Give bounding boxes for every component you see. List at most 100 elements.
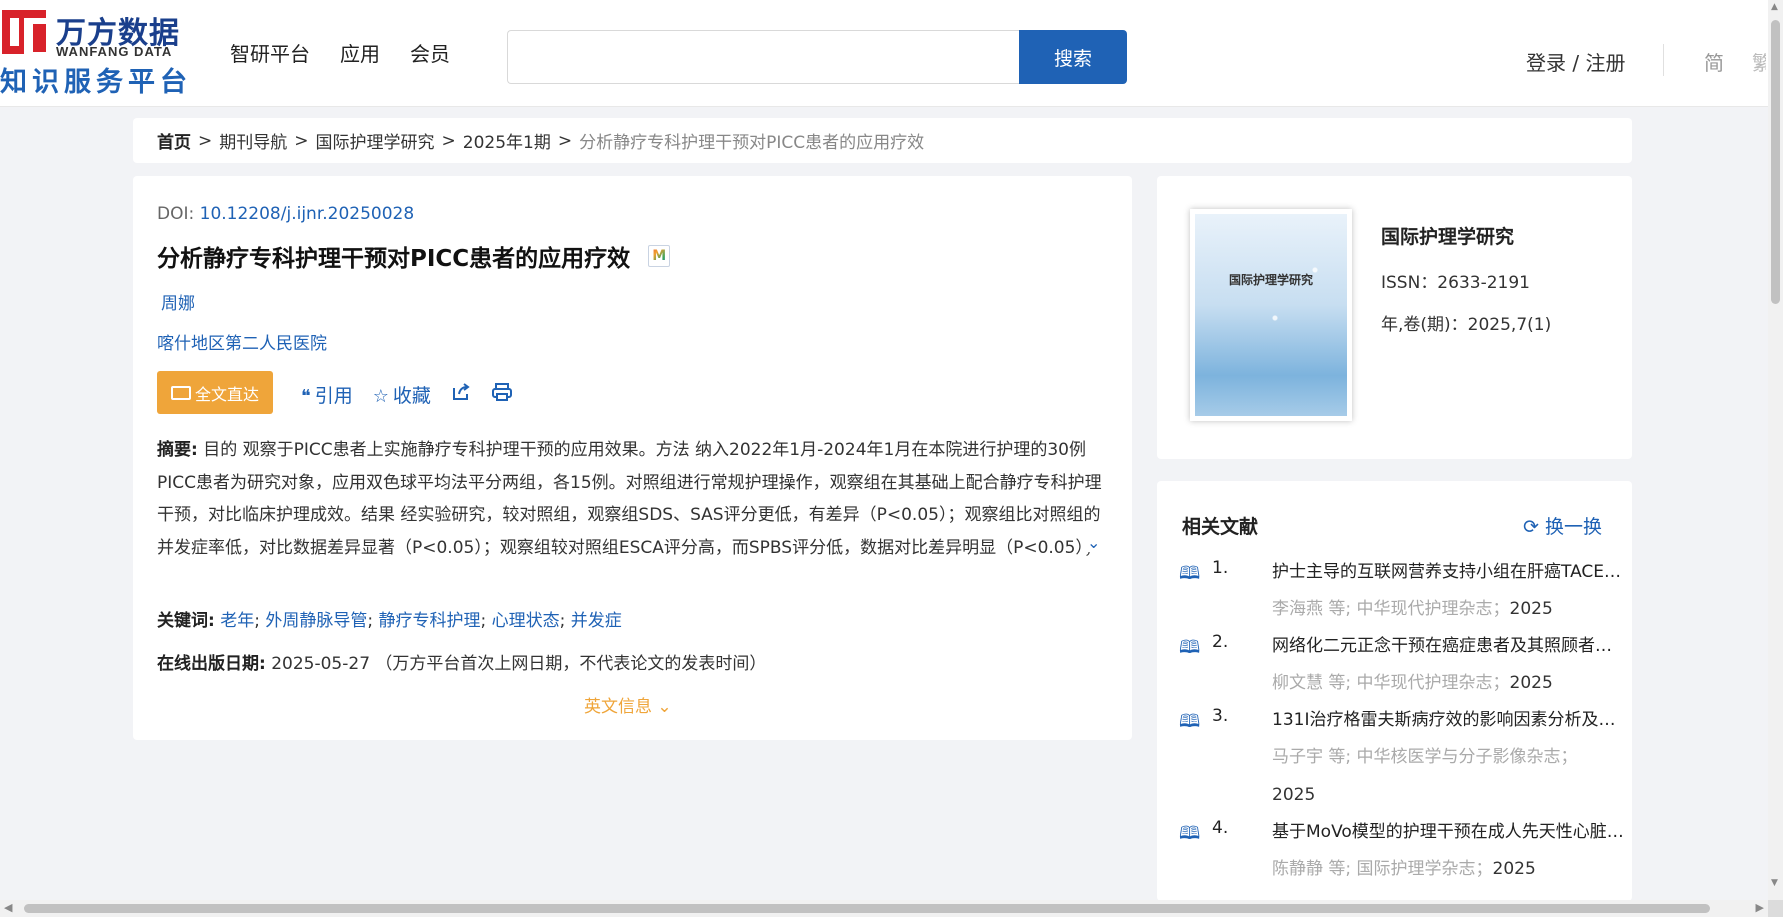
expand-abstract-chevron-icon[interactable]: ⌄ xyxy=(1085,533,1101,552)
related-item: 🕮 4. 基于MoVo模型的护理干预在成人先天性心脏病患者中的应用 陈静静 等;… xyxy=(1179,818,1627,888)
login-register-link[interactable]: 登录 / 注册 xyxy=(1526,47,1625,76)
author-link[interactable]: 周娜 xyxy=(161,289,195,314)
book-icon: 🕮 xyxy=(1179,563,1201,584)
nav-item-app[interactable]: 应用 xyxy=(340,38,380,67)
keyword-link[interactable]: 心理状态 xyxy=(492,611,560,631)
online-date-label: 在线出版日期: xyxy=(157,654,266,674)
vertical-scroll-thumb[interactable] xyxy=(1771,20,1780,304)
related-literature-card: 相关文献 ⟳ 换一换 🕮 1. 护士主导的互联网营养支持小组在肝癌TACE术后患… xyxy=(1157,481,1632,901)
related-item-title[interactable]: 护士主导的互联网营养支持小组在肝癌TACE术后患者中的应用 xyxy=(1272,558,1627,590)
affiliation-link[interactable]: 喀什地区第二人民医院 xyxy=(157,329,327,354)
related-item-year: 2025 xyxy=(1492,859,1536,879)
keyword-link[interactable]: 外周静脉导管 xyxy=(265,611,367,631)
download-icon xyxy=(170,385,191,400)
breadcrumb: 首页 > 期刊导航 > 国际护理学研究 > 2025年1期 > 分析静疗专科护理… xyxy=(133,118,1632,163)
english-info-label: 英文信息 xyxy=(584,697,652,717)
journal-card: 国际护理学研究 国际护理学研究 ISSN：2633-2191 年,卷(期)：20… xyxy=(1157,176,1632,459)
article-title-row: 分析静疗专科护理干预对PICC患者的应用疗效 M xyxy=(157,239,671,273)
breadcrumb-sep: > xyxy=(557,130,573,151)
horizontal-scrollbar[interactable]: ◀ ▶ xyxy=(0,900,1768,917)
online-date: 2025-05-27 xyxy=(271,654,371,674)
cite-button[interactable]: ❝ 引用 xyxy=(301,381,353,408)
article-title: 分析静疗专科护理干预对PICC患者的应用疗效 xyxy=(157,246,631,272)
related-item-number: 3. xyxy=(1212,706,1229,726)
nav-item-zhiyan[interactable]: 智研平台 xyxy=(230,38,310,67)
lang-traditional[interactable]: 繁 xyxy=(1752,47,1766,76)
vertical-scrollbar[interactable]: ▲ ▼ xyxy=(1768,0,1783,900)
keyword-link[interactable]: 静疗专科护理 xyxy=(379,611,481,631)
breadcrumb-current: 分析静疗专科护理干预对PICC患者的应用疗效 xyxy=(579,133,925,153)
related-item: 🕮 1. 护士主导的互联网营养支持小组在肝癌TACE术后患者中的应用 李海燕 等… xyxy=(1179,558,1627,628)
related-item-author[interactable]: 李海燕 xyxy=(1272,599,1323,619)
nav-item-member[interactable]: 会员 xyxy=(410,38,450,67)
related-item-meta: 柳文慧 等; 中华现代护理杂志；2025 xyxy=(1272,664,1619,702)
doi-line: DOI: 10.12208/j.ijnr.20250028 xyxy=(157,204,414,224)
related-list: 🕮 1. 护士主导的互联网营养支持小组在肝癌TACE术后患者中的应用 李海燕 等… xyxy=(1179,558,1627,892)
breadcrumb-sep: > xyxy=(441,130,456,151)
book-icon: 🕮 xyxy=(1179,637,1201,658)
top-header: 万方数据 WANFANG DATA 知识服务平台 智研平台 应用 会员 搜索 登… xyxy=(0,0,1768,107)
related-item-journal[interactable]: 中华现代护理杂志； xyxy=(1357,673,1510,693)
wanfang-logo[interactable]: 万方数据 WANFANG DATA 知识服务平台 xyxy=(0,8,200,98)
scroll-down-arrow-icon[interactable]: ▼ xyxy=(1771,878,1778,888)
related-item-journal[interactable]: 中华现代护理杂志； xyxy=(1357,599,1510,619)
lang-simplified[interactable]: 简 xyxy=(1704,47,1724,76)
related-item-year: 2025 xyxy=(1509,599,1553,619)
refresh-icon: ⟳ xyxy=(1523,516,1539,538)
breadcrumb-journal-nav[interactable]: 期刊导航 xyxy=(219,128,287,153)
related-item-journal[interactable]: 中华核医学与分子影像杂志； xyxy=(1357,747,1578,767)
related-item-journal[interactable]: 国际护理学杂志； xyxy=(1357,859,1493,879)
related-item-title[interactable]: 基于MoVo模型的护理干预在成人先天性心脏病患者中的应用 xyxy=(1272,818,1627,850)
horizontal-scroll-thumb[interactable] xyxy=(24,904,1710,913)
multimedia-badge-icon[interactable]: M xyxy=(648,245,671,267)
breadcrumb-issue[interactable]: 2025年1期 xyxy=(463,128,551,153)
keyword-link[interactable]: 并发症 xyxy=(571,611,622,631)
quote-icon: ❝ xyxy=(301,386,311,407)
doi-link[interactable]: 10.12208/j.ijnr.20250028 xyxy=(200,204,415,224)
english-info-toggle[interactable]: 英文信息 ⌄ xyxy=(584,692,672,717)
search-button[interactable]: 搜索 xyxy=(1019,30,1127,84)
collect-button[interactable]: ☆ 收藏 xyxy=(373,381,431,408)
related-item: 🕮 2. 网络化二元正念干预在癌症患者及其照顾者中的应用 柳文慧 等; 中华现代… xyxy=(1179,632,1627,702)
related-item-number: 2. xyxy=(1212,632,1229,652)
share-icon xyxy=(452,383,470,400)
related-item-author[interactable]: 陈静静 xyxy=(1272,859,1323,879)
journal-year-volume: 年,卷(期)：2025,7(1) xyxy=(1381,315,1552,335)
breadcrumb-journal[interactable]: 国际护理学研究 xyxy=(316,128,435,153)
related-item-title[interactable]: 131I治疗格雷夫斯病疗效的影响因素分析及预测模型构建 xyxy=(1272,706,1627,738)
cover-title: 国际护理学研究 xyxy=(1228,273,1313,287)
journal-name-link[interactable]: 国际护理学研究 xyxy=(1381,222,1514,249)
related-item-title[interactable]: 网络化二元正念干预在癌症患者及其照顾者中的应用 xyxy=(1272,632,1627,664)
print-button[interactable] xyxy=(491,382,513,407)
keywords-label: 关键词: xyxy=(157,611,215,631)
wanfang-logo-icon xyxy=(2,10,53,58)
full-text-label: 全文直达 xyxy=(194,384,259,404)
share-button[interactable] xyxy=(451,382,471,407)
keyword-link[interactable]: 老年 xyxy=(220,611,254,631)
related-item-etc: 等; xyxy=(1328,747,1352,767)
top-nav: 智研平台 应用 会员 xyxy=(230,38,450,67)
related-item-year: 2025 xyxy=(1272,785,1316,805)
abstract-label: 摘要: xyxy=(157,440,198,460)
breadcrumb-sep: > xyxy=(294,130,309,151)
related-item-meta: 李海燕 等; 中华现代护理杂志；2025 xyxy=(1272,590,1619,628)
related-item: 🕮 3. 131I治疗格雷夫斯病疗效的影响因素分析及预测模型构建 马子宇 等; … xyxy=(1179,706,1627,814)
related-item-meta: 马子宇 等; 中华核医学与分子影像杂志； 2025 xyxy=(1272,738,1619,814)
search-input[interactable] xyxy=(507,30,1019,84)
scroll-right-arrow-icon[interactable]: ▶ xyxy=(1756,901,1764,914)
scroll-up-arrow-icon[interactable]: ▲ xyxy=(1771,2,1778,12)
related-item-year: 2025 xyxy=(1509,673,1553,693)
related-title: 相关文献 xyxy=(1182,516,1259,538)
full-text-button[interactable]: 全文直达 xyxy=(157,371,273,414)
related-item-number: 1. xyxy=(1212,558,1229,578)
related-item-author[interactable]: 柳文慧 xyxy=(1272,673,1323,693)
logo-sub-text: 知识服务平台 xyxy=(0,67,192,98)
scroll-left-arrow-icon[interactable]: ◀ xyxy=(4,901,12,914)
breadcrumb-home[interactable]: 首页 xyxy=(157,128,191,153)
journal-cover-image[interactable]: 国际护理学研究 xyxy=(1190,209,1352,421)
refresh-button[interactable]: ⟳ 换一换 xyxy=(1523,512,1602,539)
header-divider xyxy=(1663,44,1664,76)
related-item-author[interactable]: 马子宇 xyxy=(1272,747,1323,767)
abstract: 摘要: 目的 观察于PICC患者上实施静疗专科护理干预的应用效果。方法 纳入20… xyxy=(157,434,1109,568)
related-item-etc: 等; xyxy=(1328,599,1352,619)
